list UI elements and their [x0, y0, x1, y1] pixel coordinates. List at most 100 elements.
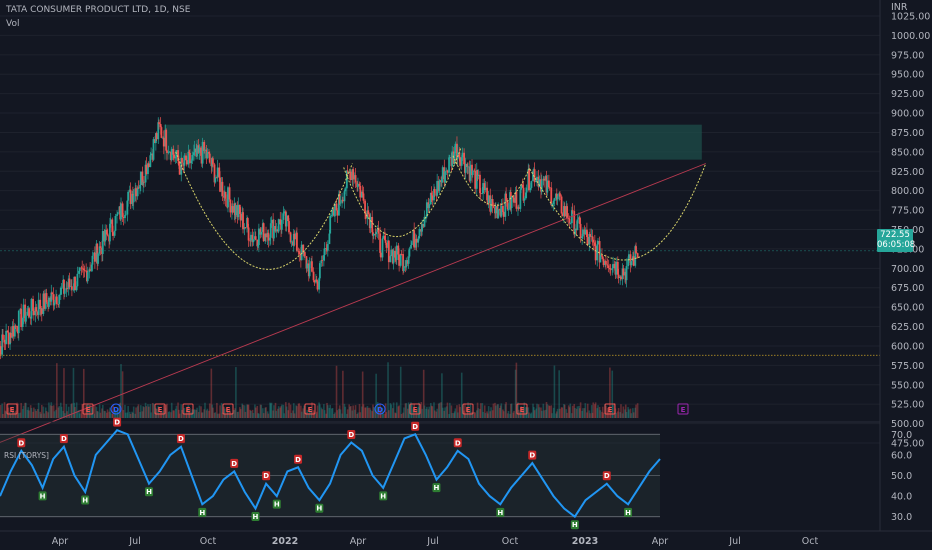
volume-bar [589, 413, 591, 418]
volume-bar [254, 407, 257, 418]
candle-body [469, 164, 472, 181]
candle-body [369, 216, 372, 229]
event-marker-label: E [520, 406, 525, 414]
volume-bar [385, 412, 388, 418]
candle-body [155, 133, 158, 140]
candle-body [145, 164, 148, 175]
rsi-tick-label: 50.0 [891, 471, 912, 482]
volume-bar [173, 410, 175, 418]
volume-bar [362, 404, 365, 418]
volume-bar [579, 402, 582, 418]
volume-bar [510, 403, 513, 418]
volume-bar [137, 404, 140, 418]
candlestick-chart[interactable]: E E D E E E E D E E E E E D H D H D H D H D H D H D H D H D H D H D H D H 1… [0, 0, 932, 550]
volume-bar [563, 404, 566, 418]
candle-body [500, 205, 503, 217]
volume-bar [168, 411, 171, 418]
volume-bar [60, 406, 63, 418]
volume-bar [316, 405, 319, 418]
candle-body [474, 170, 477, 189]
candle-body [20, 308, 23, 328]
candle-body [385, 242, 388, 248]
candle-body [147, 163, 150, 168]
volume-bar [129, 413, 132, 418]
candle-body [528, 169, 530, 191]
candle-body [602, 258, 605, 266]
volume-bar [288, 402, 290, 418]
volume-bar [58, 406, 61, 418]
candle-body [139, 171, 142, 186]
event-marker-label: D [377, 406, 383, 414]
volume-bar [428, 406, 431, 418]
currency-label: INR [891, 2, 908, 13]
volume-bar [166, 403, 168, 418]
candle-body [178, 165, 181, 175]
volume-bar [40, 404, 43, 418]
candle-body [7, 332, 10, 345]
event-marker-label: E [86, 406, 91, 414]
candle-body [617, 274, 620, 278]
volume-bar [482, 411, 484, 418]
candle-body [381, 238, 384, 258]
candle-body [150, 153, 153, 156]
volume-bar [630, 413, 633, 418]
candle-body [113, 230, 116, 236]
candle-body [76, 273, 79, 287]
time-tick-label: Apr [652, 536, 669, 547]
candle-body [387, 240, 390, 263]
volume-bar [135, 407, 137, 418]
volume-bar [273, 405, 275, 418]
volume-bar [484, 413, 487, 418]
rsi-peak-tag: D [347, 430, 356, 440]
event-marker-label: E [226, 406, 231, 414]
candle-body [316, 281, 319, 290]
rsi-peak-tag: D [59, 434, 68, 444]
volume-bar [398, 405, 400, 418]
candle-body [162, 137, 165, 147]
candle-body [622, 268, 625, 276]
candle-body [81, 267, 84, 269]
candle-body [196, 145, 198, 157]
price-tick-label: 825.00 [891, 167, 924, 178]
candle-body [254, 236, 257, 240]
candle-body [448, 157, 450, 173]
candle-body [293, 233, 296, 240]
price-tick-label: 800.00 [891, 186, 924, 197]
candle-body [283, 211, 286, 214]
volume-bar [281, 404, 283, 418]
volume-bar [625, 412, 628, 418]
candle-body [326, 244, 329, 251]
volume-bar [17, 413, 20, 418]
time-tick-label: Jul [426, 536, 438, 547]
volume-bar [441, 407, 444, 418]
volume-bar [283, 413, 286, 418]
candle-body [193, 148, 196, 153]
volume-bar [582, 408, 584, 418]
volume-bar [45, 411, 48, 418]
candle-body [181, 157, 183, 163]
candle-body [124, 214, 127, 216]
candle-body [459, 157, 462, 166]
volume-bar [247, 404, 250, 418]
candle-body [208, 153, 211, 163]
candle-body [441, 167, 444, 180]
volume-bar [359, 412, 362, 418]
volume-bar [208, 403, 211, 418]
volume-bar [632, 412, 635, 418]
volume-bar [20, 402, 22, 418]
volume-bar [290, 412, 293, 418]
volume-bar [477, 408, 480, 418]
volume-bar [37, 402, 40, 418]
volume-bar [479, 403, 482, 418]
candle-body [582, 229, 584, 237]
last-price-badge: 722.55 06:05:08 [877, 229, 915, 252]
rsi-trough-tag: H [145, 487, 154, 497]
candle-body [247, 227, 250, 241]
volume-bar [566, 412, 568, 418]
volume-bar [336, 410, 339, 418]
candle-body [219, 177, 221, 192]
volume-bar [382, 413, 385, 418]
candle-body [438, 180, 441, 191]
candle-body [152, 139, 155, 160]
candle-body [127, 191, 130, 201]
